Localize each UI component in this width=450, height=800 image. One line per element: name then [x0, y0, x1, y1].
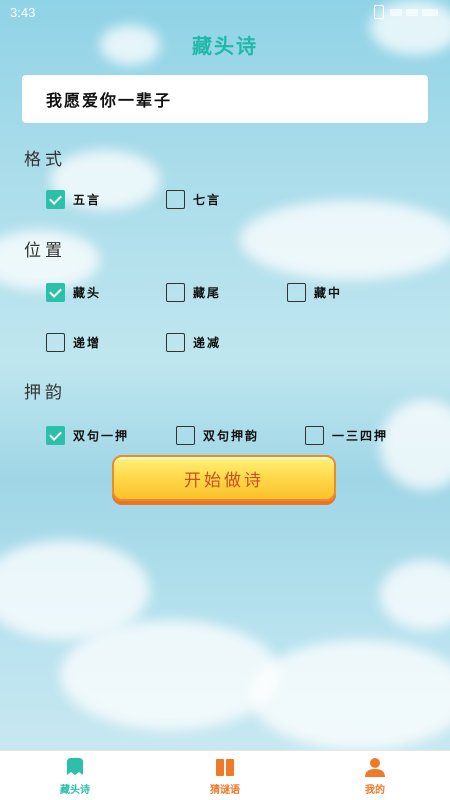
cloud-decoration: [240, 200, 450, 280]
position-option-tail[interactable]: 藏尾: [166, 283, 221, 302]
cloud-decoration: [380, 560, 450, 630]
tab-acrostic-poem[interactable]: 藏头诗: [15, 756, 135, 796]
format-section-label: 格式: [24, 150, 66, 170]
tab-label: 我的: [365, 784, 385, 796]
page-title: 藏头诗: [192, 34, 258, 58]
cloud-decoration: [60, 620, 280, 730]
rhyme-option-one-three-four[interactable]: 一三四押: [305, 426, 388, 445]
checkbox-checked[interactable]: [46, 283, 65, 302]
option-label: 七言: [193, 193, 222, 207]
position-option-increase[interactable]: 递增: [46, 333, 101, 352]
option-label: 藏尾: [193, 286, 222, 300]
option-label: 递减: [193, 336, 222, 350]
option-label: 藏中: [314, 286, 343, 300]
cloud-decoration: [380, 400, 450, 490]
checkbox-unchecked[interactable]: [166, 333, 185, 352]
position-option-decrease[interactable]: 递减: [166, 333, 221, 352]
status-time: 3:43: [10, 4, 36, 20]
checkbox-checked[interactable]: [46, 426, 65, 445]
rhyme-option-double-one[interactable]: 双句一押: [46, 426, 129, 445]
checkbox-unchecked[interactable]: [166, 283, 185, 302]
status-icons: [374, 5, 440, 19]
option-label: 一三四押: [332, 429, 389, 443]
cloud-decoration: [250, 640, 450, 750]
position-option-head[interactable]: 藏头: [46, 283, 101, 302]
option-label: 藏头: [73, 286, 102, 300]
position-option-middle[interactable]: 藏中: [287, 283, 342, 302]
rhyme-section-label: 押韵: [24, 383, 66, 403]
poem-text-input[interactable]: 我愿爱你一辈子: [22, 75, 428, 123]
checkbox-unchecked[interactable]: [46, 333, 65, 352]
option-label: 五言: [73, 193, 102, 207]
book-icon: [216, 758, 234, 776]
format-option-seven[interactable]: 七言: [166, 190, 221, 209]
position-section-label: 位置: [24, 241, 66, 261]
checkbox-unchecked[interactable]: [166, 190, 185, 209]
tab-label: 猜谜语: [210, 784, 240, 796]
tab-mine[interactable]: 我的: [315, 756, 435, 796]
poem-icon: [67, 757, 83, 775]
checkbox-unchecked[interactable]: [176, 426, 195, 445]
checkbox-checked[interactable]: [46, 190, 65, 209]
checkbox-unchecked[interactable]: [287, 283, 306, 302]
option-label: 递增: [73, 336, 102, 350]
user-icon: [365, 757, 385, 777]
bottom-tab-bar: 藏头诗 猜谜语 我的: [0, 750, 450, 800]
option-label: 双句押韵: [203, 429, 260, 443]
vibrate-icon: [374, 5, 384, 19]
checkbox-unchecked[interactable]: [305, 426, 324, 445]
status-bar: 3:43: [0, 0, 450, 24]
rhyme-option-double-rhyme[interactable]: 双句押韵: [176, 426, 259, 445]
option-label: 双句一押: [73, 429, 130, 443]
signal-battery-icon: [390, 9, 438, 16]
tab-riddles[interactable]: 猜谜语: [165, 756, 285, 796]
tab-label: 藏头诗: [60, 784, 90, 796]
start-poem-button[interactable]: 开始做诗: [112, 455, 336, 501]
format-option-five[interactable]: 五言: [46, 190, 101, 209]
